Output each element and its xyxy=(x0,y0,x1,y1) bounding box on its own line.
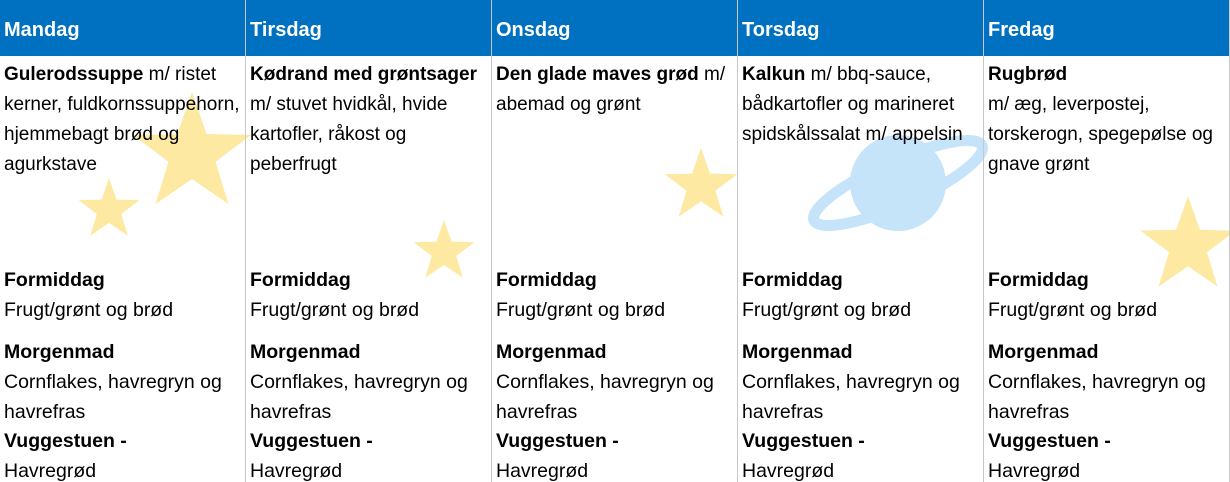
lunch-menu: Kalkun m/ bbq-sauce, bådkartofler og mar… xyxy=(742,60,980,150)
day-header: Torsdag xyxy=(738,0,983,56)
vuggestuen-section: Vuggestuen - Havregrød xyxy=(496,426,736,482)
formiddag-text: Frugt/grønt og brød xyxy=(4,299,174,321)
weekly-menu: Mandag Gulerodssuppe m/ ristet kerner, f… xyxy=(0,0,1230,482)
vuggestuen-text: Havregrød xyxy=(250,460,343,482)
vuggestuen-label: Vuggestuen - xyxy=(4,430,127,452)
formiddag-text: Frugt/grønt og brød xyxy=(496,299,666,321)
formiddag-label: Formiddag xyxy=(988,269,1089,291)
formiddag-label: Formiddag xyxy=(742,269,843,291)
formiddag-section: Formiddag Frugt/grønt og brød xyxy=(496,265,736,325)
day-header: Onsdag xyxy=(492,0,737,56)
formiddag-text: Frugt/grønt og brød xyxy=(988,299,1158,321)
day-column-mandag: Mandag Gulerodssuppe m/ ristet kerner, f… xyxy=(0,0,246,482)
formiddag-section: Formiddag Frugt/grønt og brød xyxy=(250,265,490,325)
lunch-dish: Gulerodssuppe xyxy=(4,64,144,85)
lunch-dish: Kalkun xyxy=(742,64,806,85)
morgenmad-label: Morgenmad xyxy=(988,341,1099,363)
lunch-menu: Den glade maves grød m/ abemad og grønt xyxy=(496,60,734,120)
formiddag-text: Frugt/grønt og brød xyxy=(250,299,420,321)
day-column-fredag: Fredag Rugbrød m/ æg, leverpostej, torske… xyxy=(984,0,1230,482)
formiddag-label: Formiddag xyxy=(496,269,597,291)
day-header: Tirsdag xyxy=(246,0,491,56)
lunch-dish: Kødrand med grøntsager xyxy=(250,64,477,85)
morgenmad-text: Cornflakes, havregryn og havrefras xyxy=(988,371,1206,423)
lunch-dish: Rugbrød xyxy=(988,64,1068,85)
formiddag-section: Formiddag Frugt/grønt og brød xyxy=(4,265,244,325)
morgenmad-label: Morgenmad xyxy=(496,341,607,363)
formiddag-label: Formiddag xyxy=(4,269,105,291)
formiddag-text: Frugt/grønt og brød xyxy=(742,299,912,321)
vuggestuen-label: Vuggestuen - xyxy=(742,430,865,452)
morgenmad-section: Morgenmad Cornflakes, havregryn og havre… xyxy=(988,337,1228,427)
vuggestuen-text: Havregrød xyxy=(742,460,835,482)
lunch-menu: Gulerodssuppe m/ ristet kerner, fuldkorn… xyxy=(4,60,242,180)
formiddag-section: Formiddag Frugt/grønt og brød xyxy=(742,265,982,325)
vuggestuen-label: Vuggestuen - xyxy=(250,430,373,452)
morgenmad-label: Morgenmad xyxy=(4,341,115,363)
vuggestuen-text: Havregrød xyxy=(496,460,589,482)
morgenmad-section: Morgenmad Cornflakes, havregryn og havre… xyxy=(250,337,490,427)
lunch-sides: m/ æg, leverpostej, torskerogn, spegepøl… xyxy=(988,94,1213,175)
morgenmad-section: Morgenmad Cornflakes, havregryn og havre… xyxy=(742,337,982,427)
day-header: Mandag xyxy=(0,0,245,56)
vuggestuen-section: Vuggestuen - Havregrød xyxy=(250,426,490,482)
vuggestuen-text: Havregrød xyxy=(988,460,1081,482)
day-column-tirsdag: Tirsdag Kødrand med grøntsager m/ stuvet… xyxy=(246,0,492,482)
morgenmad-section: Morgenmad Cornflakes, havregryn og havre… xyxy=(4,337,244,427)
day-header: Fredag xyxy=(984,0,1229,56)
morgenmad-label: Morgenmad xyxy=(250,341,361,363)
vuggestuen-section: Vuggestuen - Havregrød xyxy=(4,426,244,482)
lunch-sides: m/ stuvet hvidkål, hvide kartofler, råko… xyxy=(250,94,448,175)
formiddag-label: Formiddag xyxy=(250,269,351,291)
lunch-menu: Rugbrød m/ æg, leverpostej, torskerogn, s… xyxy=(988,60,1226,180)
lunch-menu: Kødrand med grøntsager m/ stuvet hvidkål… xyxy=(250,60,488,180)
day-column-torsdag: Torsdag Kalkun m/ bbq-sauce, bådkartofle… xyxy=(738,0,984,482)
vuggestuen-section: Vuggestuen - Havregrød xyxy=(742,426,982,482)
formiddag-section: Formiddag Frugt/grønt og brød xyxy=(988,265,1228,325)
morgenmad-text: Cornflakes, havregryn og havrefras xyxy=(4,371,222,423)
morgenmad-text: Cornflakes, havregryn og havrefras xyxy=(250,371,468,423)
lunch-dish: Den glade maves grød xyxy=(496,64,699,85)
vuggestuen-text: Havregrød xyxy=(4,460,97,482)
morgenmad-section: Morgenmad Cornflakes, havregryn og havre… xyxy=(496,337,736,427)
morgenmad-label: Morgenmad xyxy=(742,341,853,363)
vuggestuen-label: Vuggestuen - xyxy=(496,430,619,452)
vuggestuen-section: Vuggestuen - Havregrød xyxy=(988,426,1228,482)
morgenmad-text: Cornflakes, havregryn og havrefras xyxy=(496,371,714,423)
vuggestuen-label: Vuggestuen - xyxy=(988,430,1111,452)
day-column-onsdag: Onsdag Den glade maves grød m/ abemad og… xyxy=(492,0,738,482)
morgenmad-text: Cornflakes, havregryn og havrefras xyxy=(742,371,960,423)
